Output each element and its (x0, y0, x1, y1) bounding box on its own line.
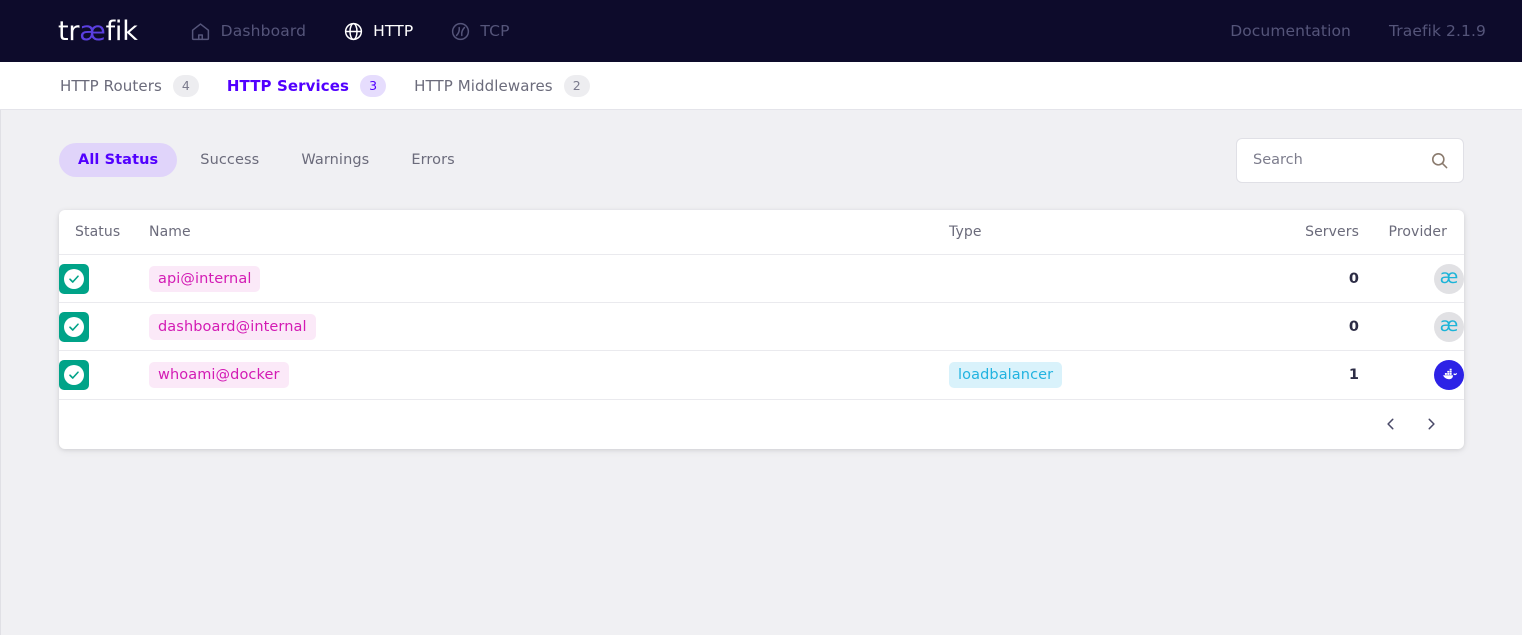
cell-servers: 0 (1249, 255, 1359, 303)
tab-label-http-middlewares: HTTP Middlewares (414, 77, 553, 95)
globe-icon (342, 20, 364, 42)
column-header-status: Status (59, 210, 149, 255)
cell-type: loadbalancer (949, 351, 1249, 399)
cell-provider: æ (1359, 303, 1464, 351)
nav-label-http: HTTP (373, 22, 413, 40)
cell-type (949, 255, 1249, 303)
tab-label-http-services: HTTP Services (227, 77, 349, 95)
status-filter-group: All Status Success Warnings Errors (59, 143, 474, 177)
home-icon (190, 20, 212, 42)
service-type-chip: loadbalancer (949, 362, 1062, 388)
version-label: Traefik 2.1.9 (1389, 22, 1486, 40)
tab-http-routers[interactable]: HTTP Routers 4 (60, 62, 213, 110)
nav-item-dashboard[interactable]: Dashboard (172, 0, 324, 62)
tab-badge-http-services: 3 (360, 75, 386, 97)
cell-servers: 0 (1249, 303, 1359, 351)
traefik-ae-icon: æ (1434, 264, 1464, 294)
column-header-servers: Servers (1249, 210, 1359, 255)
main-nav-items: Dashboard HTTP TCP (172, 0, 528, 62)
cell-status (59, 351, 149, 399)
column-header-name: Name (149, 210, 949, 255)
toolbar: All Status Success Warnings Errors (59, 110, 1464, 210)
search-icon[interactable] (1430, 151, 1449, 170)
cell-status (59, 303, 149, 351)
column-header-type: Type (949, 210, 1249, 255)
service-name-chip: api@internal (149, 266, 260, 292)
service-name-chip: dashboard@internal (149, 314, 316, 340)
table-row[interactable]: dashboard@internal 0 æ (59, 303, 1464, 351)
filter-success[interactable]: Success (181, 143, 278, 177)
logo-ligature: æ (79, 16, 105, 47)
cell-status (59, 255, 149, 303)
tab-badge-http-routers: 4 (173, 75, 199, 97)
top-navigation-bar: træfik Dashboard HTTP (0, 0, 1522, 62)
chevron-left-icon[interactable] (1380, 413, 1402, 435)
cell-type (949, 303, 1249, 351)
cell-name: api@internal (149, 255, 949, 303)
nav-label-tcp: TCP (480, 22, 509, 40)
cell-servers: 1 (1249, 351, 1359, 399)
filter-errors[interactable]: Errors (392, 143, 474, 177)
section-tab-bar: HTTP Routers 4 HTTP Services 3 HTTP Midd… (0, 62, 1522, 110)
cell-name: whoami@docker (149, 351, 949, 399)
check-circle-icon (59, 312, 89, 342)
table-header: Status Name Type Servers Provider (59, 210, 1464, 255)
pagination-controls (59, 399, 1464, 449)
tab-badge-http-middlewares: 2 (564, 75, 590, 97)
traefik-logo[interactable]: træfik (58, 18, 138, 45)
main-content: All Status Success Warnings Errors Statu… (0, 110, 1522, 635)
table-header-row: Status Name Type Servers Provider (59, 210, 1464, 255)
filter-warnings[interactable]: Warnings (282, 143, 388, 177)
tab-http-middlewares[interactable]: HTTP Middlewares 2 (400, 62, 604, 110)
search-box[interactable] (1236, 138, 1464, 183)
filter-all-status[interactable]: All Status (59, 143, 177, 177)
docker-whale-icon (1434, 360, 1464, 390)
tcp-icon (449, 20, 471, 42)
cell-name: dashboard@internal (149, 303, 949, 351)
logo-suffix: fik (106, 16, 138, 47)
services-table: Status Name Type Servers Provider (59, 210, 1464, 399)
cell-provider: æ (1359, 255, 1464, 303)
logo-prefix: tr (58, 16, 79, 47)
nav-item-tcp[interactable]: TCP (431, 0, 527, 62)
topbar-right-group: Documentation Traefik 2.1.9 (1230, 22, 1486, 40)
traefik-ae-icon: æ (1434, 312, 1464, 342)
table-body: api@internal 0 æ (59, 255, 1464, 399)
service-name-chip: whoami@docker (149, 362, 289, 388)
chevron-right-icon[interactable] (1420, 413, 1442, 435)
column-header-provider: Provider (1359, 210, 1464, 255)
table-row[interactable]: whoami@docker loadbalancer 1 (59, 351, 1464, 399)
documentation-link[interactable]: Documentation (1230, 22, 1351, 40)
cell-provider (1359, 351, 1464, 399)
tab-label-http-routers: HTTP Routers (60, 77, 162, 95)
table-row[interactable]: api@internal 0 æ (59, 255, 1464, 303)
services-table-card: Status Name Type Servers Provider (59, 210, 1464, 449)
tab-http-services[interactable]: HTTP Services 3 (213, 62, 400, 110)
nav-item-http[interactable]: HTTP (324, 0, 431, 62)
search-input[interactable] (1253, 152, 1430, 168)
nav-label-dashboard: Dashboard (221, 22, 306, 40)
check-circle-icon (59, 264, 89, 294)
check-circle-icon (59, 360, 89, 390)
